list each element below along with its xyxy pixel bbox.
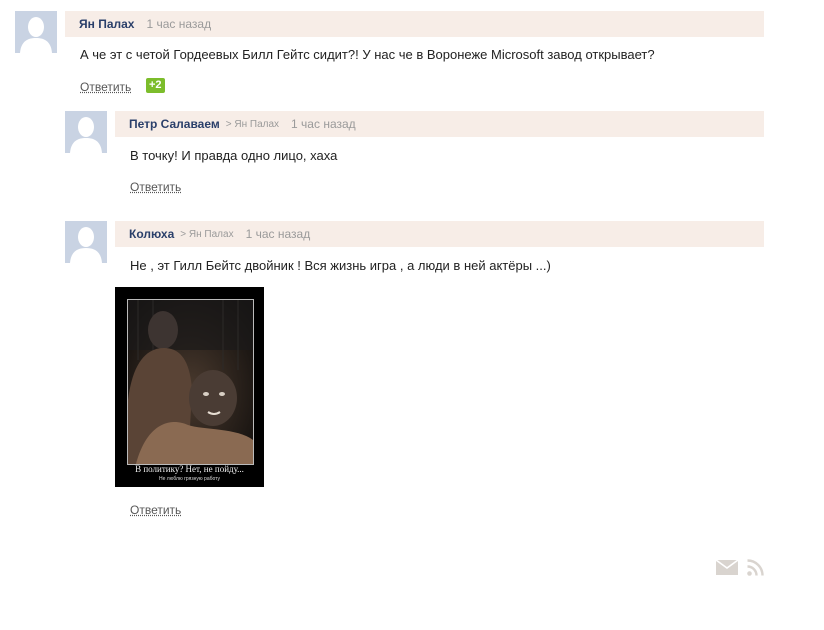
reply-button[interactable]: Ответить (130, 180, 181, 194)
comment-time: 1 час назад (146, 17, 212, 31)
reply-button[interactable]: Ответить (130, 503, 181, 517)
rating-badge: +2 (146, 78, 165, 93)
comment-author[interactable]: Петр Салаваем (129, 117, 220, 131)
user-silhouette-icon (65, 111, 107, 153)
image-subcaption: Не люблю грязную работу (158, 476, 221, 482)
user-silhouette-icon (65, 221, 107, 263)
reply-to-label[interactable]: > Ян Палах (226, 119, 279, 130)
comment-header: Петр Салаваем > Ян Палах 1 час назад (115, 111, 764, 137)
reply-button[interactable]: Ответить (80, 80, 131, 94)
mail-icon[interactable] (715, 559, 739, 580)
avatar[interactable] (65, 221, 107, 263)
comment-text: В точку! И правда одно лицо, хаха (130, 148, 338, 163)
image-caption: В политику? Нет, не пойду... (135, 464, 244, 474)
comment-author[interactable]: Колюха (129, 227, 174, 241)
comment-time: 1 час назад (291, 117, 356, 131)
comment-header: Колюха > Ян Палах 1 час назад (115, 221, 764, 247)
comment-image[interactable]: В политику? Нет, не пойду... Не люблю гр… (115, 287, 264, 487)
rss-icon[interactable] (747, 559, 764, 581)
comment-time: 1 час назад (245, 227, 311, 241)
comment-author[interactable]: Ян Палах (79, 17, 134, 31)
comment-header: Ян Палах 1 час назад (65, 11, 764, 37)
avatar[interactable] (65, 111, 107, 153)
comment-text: А че эт с четой Гордеевых Билл Гейтс сид… (80, 47, 655, 62)
reply-to-label[interactable]: > Ян Палах (180, 229, 233, 240)
user-silhouette-icon (15, 11, 57, 53)
avatar[interactable] (15, 11, 57, 53)
demotivator-photo (127, 299, 254, 465)
comment-text: Не , эт Гилл Бейтс двойник ! Вся жизнь и… (130, 258, 551, 273)
